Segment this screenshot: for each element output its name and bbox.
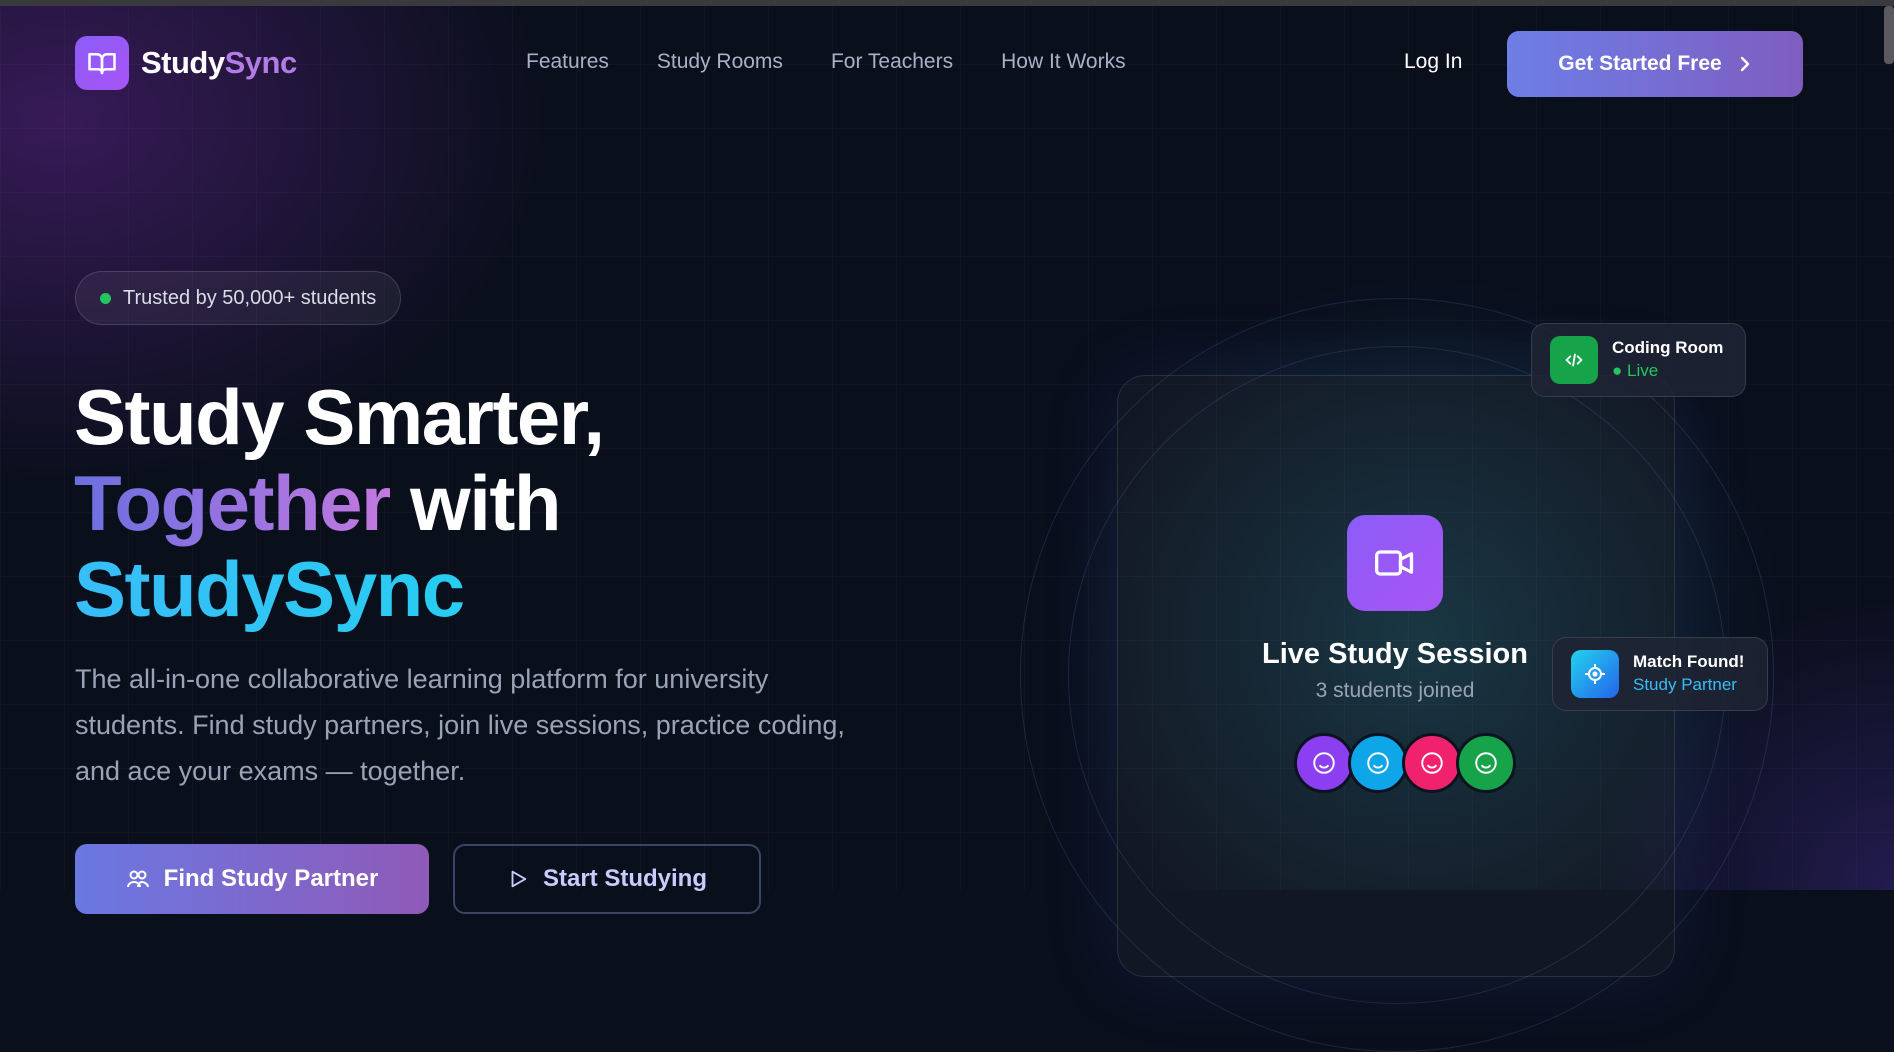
video-camera-icon [1347, 515, 1443, 611]
find-study-partner-button[interactable]: Find Study Partner [75, 844, 429, 914]
match-found-card[interactable]: Match Found! Study Partner [1552, 637, 1768, 711]
avatar[interactable] [1294, 733, 1354, 793]
smiley-icon [1475, 752, 1497, 774]
users-icon [126, 870, 149, 888]
get-started-label: Get Started Free [1558, 52, 1722, 75]
smiley-icon [1367, 752, 1389, 774]
avatar[interactable] [1456, 733, 1516, 793]
nav-link-study-rooms[interactable]: Study Rooms [657, 50, 783, 74]
avatar[interactable] [1402, 733, 1462, 793]
browser-top-strip [0, 0, 1894, 6]
trust-badge-text: Trusted by 50,000+ students [123, 286, 377, 309]
target-icon [1571, 650, 1619, 698]
nav-link-for-teachers[interactable]: For Teachers [831, 50, 953, 74]
headline-line1: Study Smarter, [74, 373, 605, 461]
get-started-button[interactable]: Get Started Free [1507, 31, 1803, 97]
brand-name-part2: Sync [224, 45, 298, 80]
avatar[interactable] [1348, 733, 1408, 793]
play-icon [511, 870, 527, 888]
status-dot-icon [100, 292, 111, 304]
smiley-icon [1313, 752, 1335, 774]
book-open-icon [75, 36, 129, 90]
main-nav: Features Study Rooms For Teachers How It… [526, 50, 1126, 74]
coding-room-card[interactable]: Coding Room ● Live [1531, 323, 1746, 397]
match-found-title: Match Found! [1633, 652, 1745, 671]
hero-headline: Study Smarter, Together with StudySync [74, 373, 605, 632]
start-studying-label: Start Studying [542, 865, 707, 892]
avatar-group [1294, 733, 1516, 793]
match-found-status: Study Partner [1633, 675, 1737, 694]
headline-line2: Together with [74, 460, 604, 546]
trust-badge: Trusted by 50,000+ students [75, 271, 402, 325]
login-link[interactable]: Log In [1404, 50, 1462, 74]
coding-room-status: ● Live [1612, 361, 1659, 380]
headline-with: with [389, 459, 561, 547]
start-studying-button[interactable]: Start Studying [453, 844, 761, 914]
smiley-icon [1421, 752, 1443, 774]
chevron-right-icon [1740, 56, 1749, 72]
coding-room-title: Coding Room [1612, 338, 1724, 357]
hero-subtitle: The all-in-one collaborative learning pl… [75, 664, 845, 786]
nav-link-how-it-works[interactable]: How It Works [1001, 50, 1125, 74]
brand-name: StudySync [141, 45, 297, 81]
code-icon [1550, 336, 1598, 384]
match-found-text: Match Found! Study Partner [1633, 651, 1744, 697]
headline-line3: StudySync [74, 546, 604, 632]
brand-name-part1: Study [141, 45, 225, 80]
headline-highlight: Together [74, 459, 391, 547]
nav-link-features[interactable]: Features [526, 50, 609, 74]
scrollbar-thumb[interactable] [1884, 6, 1894, 64]
brand-logo[interactable]: StudySync [75, 36, 297, 90]
find-study-partner-label: Find Study Partner [163, 865, 379, 892]
coding-room-text: Coding Room ● Live [1612, 337, 1723, 383]
